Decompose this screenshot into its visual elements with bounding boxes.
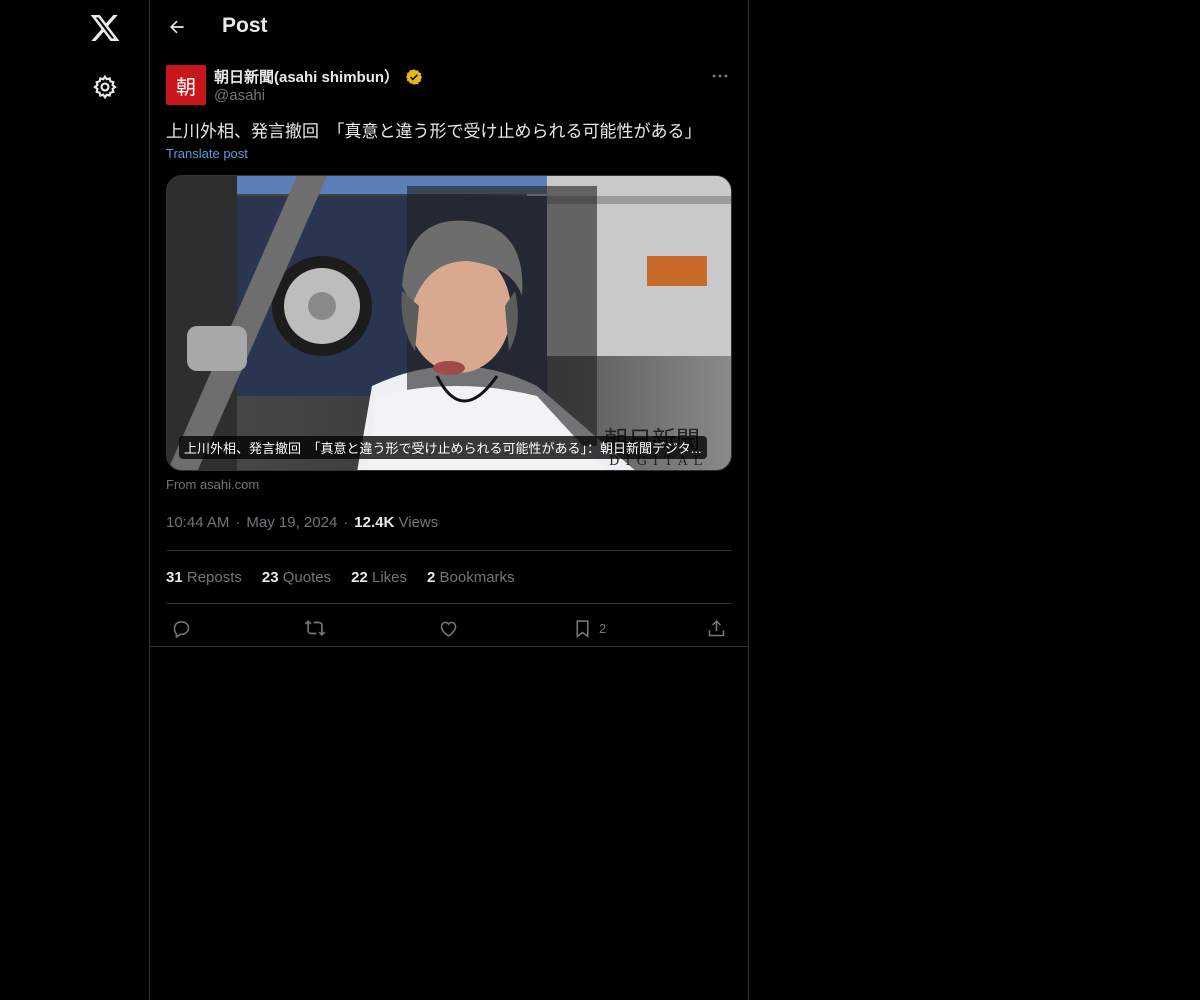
translate-post-link[interactable]: Translate post	[166, 146, 248, 161]
repost-icon[interactable]	[304, 617, 326, 639]
x-logo-icon[interactable]	[89, 12, 121, 44]
stat-bookmarks[interactable]: 2 Bookmarks	[427, 569, 515, 586]
stat-quotes[interactable]: 23 Quotes	[262, 569, 331, 586]
author-name[interactable]: 朝日新聞(asahi shimbun）	[214, 66, 423, 87]
engagement-stats: 31 Reposts 23 Quotes 22 Likes 2 Bookmark…	[166, 551, 732, 603]
page-title: Post	[222, 14, 268, 37]
reply-icon[interactable]	[171, 617, 192, 639]
stat-reposts[interactable]: 31 Reposts	[166, 569, 242, 586]
action-bar: 2	[166, 604, 732, 652]
gear-icon[interactable]	[92, 74, 118, 100]
author-row: 朝 朝日新聞(asahi shimbun） @asahi	[166, 64, 732, 106]
back-arrow-icon[interactable]	[164, 14, 190, 40]
post-text: 上川外相、発言撤回 「真意と違う形で受け止められる可能性がある」	[166, 122, 702, 141]
like-icon[interactable]	[438, 617, 459, 639]
from-source-link[interactable]: From asahi.com	[166, 477, 259, 492]
left-rail	[0, 0, 150, 1000]
post: 朝 朝日新聞(asahi shimbun） @asahi 上川外相、発言撤回 「…	[166, 64, 732, 652]
card-caption: 上川外相、発言撤回 「真意と違う形で受け止められる可能性がある」：朝日新聞デジタ…	[179, 436, 707, 459]
link-card[interactable]: 朝日新聞 DIGITAL 上川外相、発言撤回 「真意と違う形で受け止められる可能…	[166, 175, 732, 471]
post-header: Post	[150, 0, 748, 54]
post-time[interactable]: 10:44 AM	[166, 514, 229, 531]
more-icon[interactable]	[708, 66, 732, 86]
author-handle[interactable]: @asahi	[214, 87, 265, 104]
bookmark-count: 2	[599, 620, 607, 636]
author-display-name: 朝日新聞(asahi shimbun）	[214, 69, 400, 86]
bookmark-icon[interactable]: 2	[572, 617, 606, 639]
divider	[150, 646, 749, 647]
card-image: 朝日新聞 DIGITAL	[167, 176, 731, 470]
share-icon[interactable]	[706, 617, 727, 639]
post-meta: 10:44 AM · May 19, 2024 · 12.4K Views	[166, 514, 439, 531]
verified-icon[interactable]	[405, 68, 423, 86]
avatar[interactable]: 朝	[166, 65, 206, 105]
views-label: Views	[398, 514, 439, 531]
post-date[interactable]: May 19, 2024	[246, 514, 337, 531]
post-column: Post 朝 朝日新聞(asahi shimbun） @asahi 上川外相、発…	[150, 0, 749, 1000]
stat-likes[interactable]: 22 Likes	[351, 569, 407, 586]
views-count: 12.4K	[354, 514, 395, 531]
